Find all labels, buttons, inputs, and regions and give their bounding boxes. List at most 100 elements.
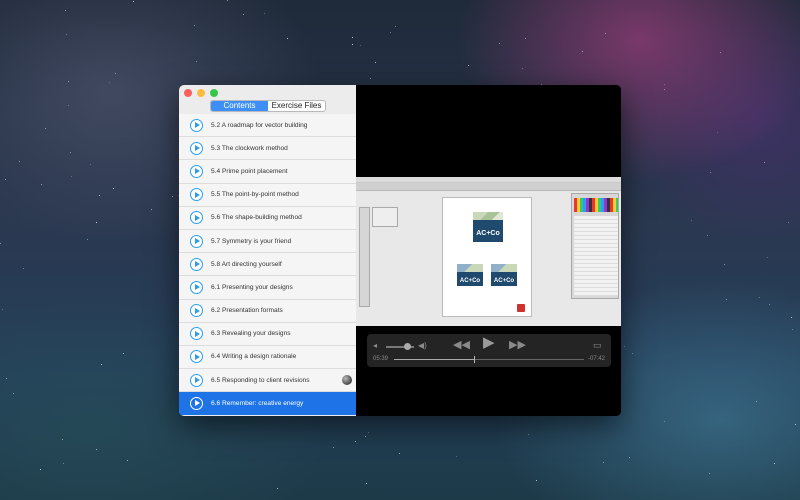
star: [277, 488, 278, 489]
star: [41, 184, 42, 185]
lesson-label: 6.3 Revealing your designs: [211, 330, 291, 338]
lesson-item[interactable]: 6.3 Revealing your designs: [179, 322, 356, 346]
play-circle-icon[interactable]: [190, 164, 203, 178]
star: [395, 26, 396, 27]
minimize-window-button[interactable]: [197, 89, 205, 97]
play-circle-icon[interactable]: [190, 280, 203, 294]
star: [390, 32, 391, 33]
brand-logo-large: AC+Co: [473, 212, 503, 242]
star: [522, 68, 523, 69]
star: [370, 78, 371, 79]
lesson-label: 6.6 Remember: creative energy: [211, 399, 304, 407]
lesson-item[interactable]: 5.5 The point-by-point method: [179, 183, 356, 207]
star: [70, 152, 71, 153]
lesson-label: 6.4 Writing a design rationale: [211, 353, 297, 361]
star: [133, 1, 134, 2]
lesson-item[interactable]: 5.3 The clockwork method: [179, 137, 356, 161]
scrubber-head[interactable]: [473, 356, 475, 363]
star: [632, 353, 633, 354]
star: [355, 441, 356, 442]
video-swatches: [574, 198, 618, 212]
lesson-item[interactable]: 6.1 Presenting your designs: [179, 276, 356, 300]
speaker-low-icon[interactable]: ◂: [373, 341, 377, 351]
play-circle-icon[interactable]: [190, 373, 203, 387]
star: [756, 401, 757, 402]
star: [664, 84, 665, 85]
video-floating-panel: [372, 207, 398, 227]
play-circle-icon[interactable]: [190, 350, 203, 364]
video-frame: AC+Co AC+Co AC+Co: [356, 177, 621, 326]
play-circle-icon[interactable]: [190, 188, 203, 202]
star: [664, 421, 665, 422]
star: [113, 188, 114, 189]
red-badge-icon: [517, 304, 525, 312]
star: [724, 264, 725, 265]
speaker-high-icon[interactable]: ◀): [418, 341, 427, 351]
lesson-item[interactable]: 5.7 Symmetry is your friend: [179, 229, 356, 254]
play-circle-icon[interactable]: [190, 257, 203, 271]
star: [603, 462, 604, 463]
star: [333, 447, 334, 448]
video-area[interactable]: AC+Co AC+Co AC+Co ◂ ◀) ◀◀ ▶ ▶▶ ▭ 05:39 -…: [356, 85, 621, 416]
star: [375, 62, 376, 63]
current-time: 05:39: [373, 356, 389, 362]
star: [90, 164, 91, 165]
volume-knob[interactable]: [404, 343, 411, 350]
star: [360, 45, 361, 46]
star: [13, 393, 14, 394]
close-window-button[interactable]: [184, 89, 192, 97]
scrubber[interactable]: [394, 356, 584, 363]
star: [87, 239, 88, 240]
star: [709, 473, 710, 474]
star: [352, 44, 353, 45]
brand-logo-small: AC+Co: [491, 264, 517, 286]
play-circle-icon[interactable]: [190, 118, 203, 132]
star: [791, 317, 792, 318]
window-controls: [184, 89, 218, 97]
star: [287, 38, 288, 39]
star: [40, 469, 41, 470]
star: [368, 432, 369, 433]
play-circle-icon[interactable]: [190, 234, 203, 248]
zoom-window-button[interactable]: [210, 89, 218, 97]
progress-indicator-icon: [342, 375, 352, 386]
star: [691, 220, 692, 221]
play-circle-icon[interactable]: [190, 396, 203, 410]
lesson-item[interactable]: 5.6 The shape-building method: [179, 206, 356, 230]
play-circle-icon[interactable]: [190, 327, 203, 341]
tab-exercise-files[interactable]: Exercise Files: [268, 101, 325, 111]
lesson-item[interactable]: 6.4 Writing a design rationale: [179, 345, 356, 370]
play-circle-icon[interactable]: [190, 211, 203, 225]
fast-forward-icon[interactable]: ▶▶: [509, 340, 526, 351]
play-circle-icon[interactable]: [190, 141, 203, 155]
star: [629, 457, 630, 458]
play-circle-icon[interactable]: [190, 304, 203, 318]
lesson-item[interactable]: 5.8 Art directing yourself: [179, 253, 356, 277]
lesson-item[interactable]: 6.5 Responding to client revisions: [179, 369, 356, 393]
star: [366, 483, 367, 484]
lesson-item[interactable]: 6.2 Presentation formats: [179, 299, 356, 323]
video-layers-list: [574, 216, 618, 296]
lesson-list: 5.2 A roadmap for vector building 5.3 The…: [179, 114, 356, 416]
play-icon[interactable]: ▶: [483, 335, 495, 350]
star: [717, 132, 718, 133]
star: [45, 128, 46, 129]
remaining-time: -07:42: [587, 356, 605, 362]
star: [63, 463, 64, 464]
star: [96, 222, 97, 223]
lesson-item[interactable]: 5.2 A roadmap for vector building: [179, 114, 356, 138]
star: [399, 453, 400, 454]
lesson-item[interactable]: 6.6 Remember: creative energy: [179, 392, 356, 416]
star: [151, 209, 152, 210]
lesson-item[interactable]: 5.4 Prime point placement: [179, 160, 356, 184]
lesson-label: 5.8 Art directing yourself: [211, 260, 282, 268]
star: [774, 463, 775, 464]
lesson-label: 5.2 A roadmap for vector building: [211, 121, 308, 129]
airplay-icon[interactable]: ▭: [593, 340, 602, 350]
rewind-icon[interactable]: ◀◀: [453, 340, 470, 351]
star: [115, 73, 116, 74]
star: [5, 179, 6, 180]
star: [365, 436, 366, 437]
tab-contents[interactable]: Contents: [211, 101, 268, 111]
star: [792, 329, 793, 330]
